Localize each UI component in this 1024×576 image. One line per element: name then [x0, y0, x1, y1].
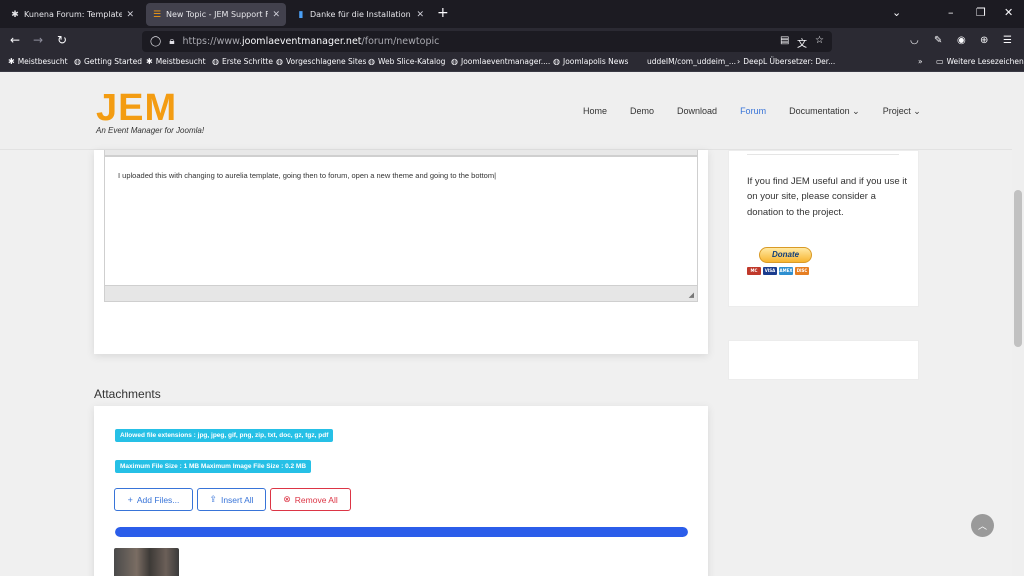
- bookmark-item[interactable]: ◍ Web Slice-Katalog: [368, 57, 445, 66]
- reader-view-icon[interactable]: ▤: [780, 35, 789, 46]
- upload-icon: ⇪: [209, 494, 217, 504]
- restore-icon[interactable]: ❐: [976, 6, 986, 19]
- remove-all-button[interactable]: ⊗ Remove All: [270, 488, 351, 511]
- nav-home[interactable]: Home: [583, 106, 607, 117]
- scrollbar-thumb[interactable]: [1014, 190, 1022, 347]
- nav-forum[interactable]: Forum: [740, 106, 766, 117]
- gear-icon: ✱: [8, 57, 15, 66]
- app-menu-icon[interactable]: ☰: [1003, 35, 1012, 46]
- url-prefix: https://www.: [182, 36, 243, 47]
- card-icon: VISA: [763, 267, 777, 275]
- resize-grip-icon[interactable]: ◢: [689, 291, 694, 299]
- logo-mark: JEM: [96, 87, 178, 129]
- max-size-badge: Maximum File Size : 1 MB Maximum Image F…: [115, 460, 312, 473]
- bookmark-star-icon[interactable]: ☆: [815, 35, 824, 46]
- nav-download[interactable]: Download: [677, 106, 717, 117]
- tab-label: Kunena Forum: Templates - Joo: [24, 10, 123, 19]
- extensions-icon[interactable]: ⊕: [980, 35, 988, 46]
- forward-icon[interactable]: →: [33, 33, 43, 47]
- menu-icon: ☰: [152, 9, 162, 20]
- payment-cards: MC VISA AMEX DISC: [747, 267, 809, 275]
- bookmark-item[interactable]: › DeepL Übersetzer: Der...: [737, 57, 835, 66]
- logo-tagline: An Event Manager for Joomla!: [96, 126, 205, 135]
- url-host: joomlaeventmanager.net: [242, 36, 362, 47]
- globe-icon: ◍: [276, 57, 283, 66]
- bookmark-item[interactable]: ◍ Vorgeschlagene Sites: [276, 57, 366, 66]
- more-bookmarks-icon[interactable]: »: [918, 57, 923, 66]
- translate-icon[interactable]: 文: [797, 35, 807, 50]
- reload-icon[interactable]: ↻: [57, 33, 67, 47]
- editor-text: I uploaded this with changing to aurelia…: [118, 171, 497, 180]
- bookmarks-bar: ✱ Meistbesucht ◍ Getting Started ✱ Meistbes…: [0, 55, 1024, 72]
- bookmark-item[interactable]: ◍ Erste Schritte: [212, 57, 273, 66]
- bookmark-item[interactable]: ◍ Getting Started: [74, 57, 142, 66]
- chevron-down-icon: ⌄: [852, 106, 860, 116]
- chevron-up-icon: ︿: [977, 522, 987, 532]
- plus-icon: +: [127, 494, 133, 505]
- globe-icon: ◍: [451, 57, 458, 66]
- pocket-icon[interactable]: ◡: [910, 35, 919, 46]
- attachment-thumbnail[interactable]: [114, 548, 179, 576]
- globe-icon: ◍: [212, 57, 219, 66]
- close-icon[interactable]: ✕: [126, 10, 134, 20]
- card-icon: DISC: [795, 267, 809, 275]
- lock-icon[interactable]: 🔒︎: [169, 36, 174, 47]
- donate-button[interactable]: Donate: [759, 247, 812, 263]
- card-icon: MC: [747, 267, 761, 275]
- remove-icon: ⊗: [283, 494, 291, 504]
- editor-status-bar: ◢: [104, 285, 698, 302]
- attachments-heading: Attachments: [94, 387, 161, 401]
- close-icon[interactable]: ✕: [416, 10, 424, 20]
- account-icon[interactable]: ◉: [957, 35, 966, 46]
- minimize-icon[interactable]: –: [948, 6, 954, 19]
- site-logo[interactable]: JEM An Event Manager for Joomla!: [96, 87, 205, 135]
- gear-icon: ✱: [146, 57, 153, 66]
- tab-new-topic[interactable]: ☰ New Topic - JEM Support Foru ✕: [146, 3, 286, 26]
- allowed-extensions-badge: Allowed file extensions : jpg, jpeg, gif…: [115, 429, 334, 442]
- nav-project[interactable]: Project ⌄: [883, 106, 921, 117]
- globe-icon: ◍: [553, 57, 560, 66]
- progress-fill: [115, 527, 688, 537]
- globe-icon: ◍: [74, 57, 81, 66]
- bookmark-item[interactable]: ◍ Joomlaeventmanager....: [451, 57, 550, 66]
- donation-text: If you find JEM useful and if you use it…: [747, 176, 908, 218]
- chart-icon: ▮: [298, 9, 304, 20]
- scroll-to-top-button[interactable]: ︿: [971, 514, 994, 537]
- text-cursor: |: [494, 171, 497, 180]
- sidebar-module: [728, 340, 919, 380]
- site-header: JEM An Event Manager for Joomla! Home De…: [0, 72, 1012, 150]
- bookmark-item[interactable]: ◍ Joomlapolis News: [553, 57, 628, 66]
- other-bookmarks[interactable]: ▭ Weitere Lesezeichen: [936, 57, 1024, 66]
- add-files-button[interactable]: + Add Files...: [114, 488, 193, 511]
- browser-tab-bar: ✱ Kunena Forum: Templates - Joo ✕ ☰ New …: [0, 0, 1024, 28]
- new-tab-icon[interactable]: +: [437, 5, 449, 21]
- tab-kunena[interactable]: ✱ Kunena Forum: Templates - Joo ✕: [4, 3, 140, 26]
- main-navigation: Home Demo Download Forum Documentation ⌄…: [583, 106, 944, 117]
- arrow-icon: ›: [737, 57, 741, 66]
- folder-icon: ▭: [936, 57, 944, 66]
- insert-all-button[interactable]: ⇪ Insert All: [197, 488, 266, 511]
- tab-label: New Topic - JEM Support Foru: [166, 10, 269, 19]
- chevron-down-icon: ⌄: [913, 106, 921, 116]
- shield-icon[interactable]: ◯: [150, 36, 161, 47]
- url-bar[interactable]: ◯ 🔒︎ https://www. joomlaeventmanager.net /…: [142, 31, 832, 52]
- tab-danke[interactable]: ▮ Danke für die Installation von | ✕: [290, 3, 430, 26]
- joomla-icon: ✱: [11, 9, 19, 20]
- nav-documentation[interactable]: Documentation ⌄: [789, 106, 860, 117]
- divider: [747, 154, 899, 155]
- globe-icon: ◍: [368, 57, 375, 66]
- nav-demo[interactable]: Demo: [630, 106, 654, 117]
- tab-list-icon[interactable]: ⌄: [892, 6, 901, 19]
- bookmark-item[interactable]: ✱ Meistbesucht: [8, 57, 68, 66]
- back-icon[interactable]: ←: [10, 33, 20, 47]
- bookmark-item[interactable]: ✱ Meistbesucht: [146, 57, 206, 66]
- close-window-icon[interactable]: ✕: [1004, 6, 1013, 19]
- bookmark-item[interactable]: uddeIM/com_uddeim_...: [647, 57, 736, 66]
- tab-label: Danke für die Installation von |: [310, 10, 412, 19]
- wrench-icon[interactable]: ✎: [934, 35, 942, 46]
- close-icon[interactable]: ✕: [272, 10, 280, 20]
- url-path: /forum/newtopic: [361, 36, 440, 47]
- card-icon: AMEX: [779, 267, 793, 275]
- upload-progress-bar: [115, 527, 688, 537]
